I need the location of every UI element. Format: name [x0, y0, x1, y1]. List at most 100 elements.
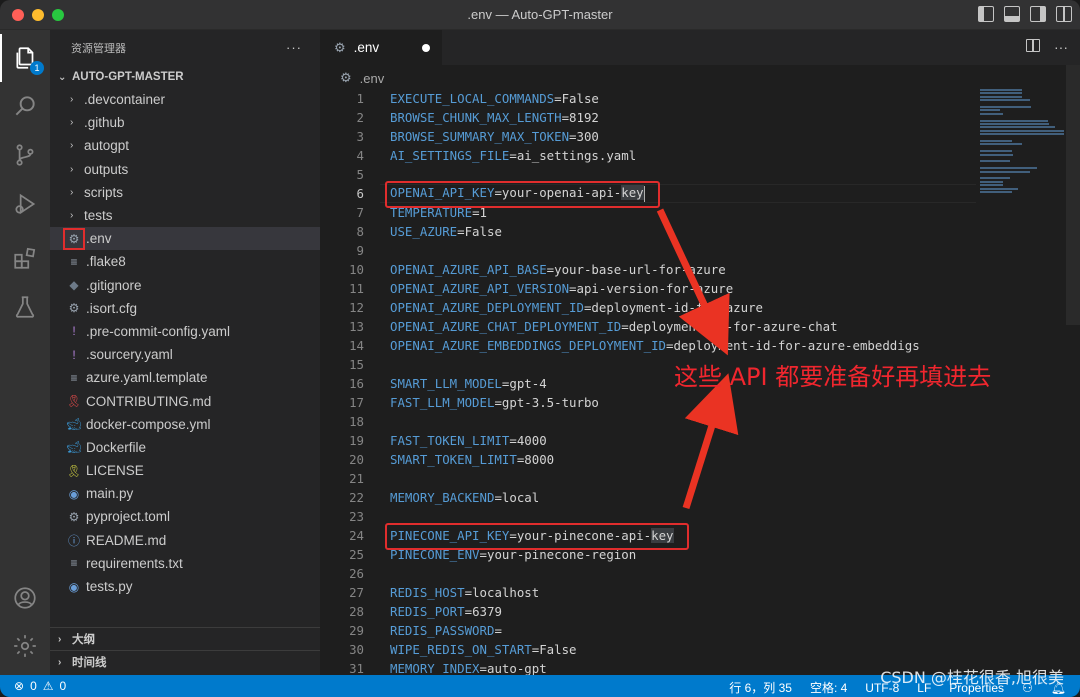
code-line: 9: [320, 241, 980, 260]
file-item[interactable]: ◉ main.py: [50, 482, 320, 505]
line-text: BROWSE_SUMMARY_MAX_TOKEN=300: [390, 129, 599, 144]
env-value: =deployment-id-for-azure-embeddigs: [666, 338, 920, 353]
file-item[interactable]: ≡ requirements.txt: [50, 552, 320, 575]
timeline-section[interactable]: › 时间线: [50, 650, 320, 673]
env-value: =: [494, 623, 502, 638]
file-item[interactable]: ⚙ pyproject.toml: [50, 505, 320, 528]
explorer-title: 资源管理器: [71, 43, 126, 55]
folder-item[interactable]: › autogpt: [50, 134, 320, 157]
unsaved-dot-icon[interactable]: [422, 44, 430, 52]
tab-env[interactable]: ⚙ .env: [320, 30, 442, 65]
search-icon[interactable]: [0, 82, 50, 130]
customize-layout-icon[interactable]: [1056, 6, 1072, 22]
toggle-primary-sidebar-icon[interactable]: [978, 6, 994, 22]
accounts-icon[interactable]: [0, 574, 50, 622]
folder-item[interactable]: › outputs: [50, 158, 320, 181]
testing-icon[interactable]: [0, 283, 50, 331]
env-value: =api-version-for-azure: [569, 281, 734, 296]
code-line: 14 OPENAI_AZURE_EMBEDDINGS_DEPLOYMENT_ID=…: [320, 336, 980, 355]
split-editor-icon[interactable]: [1026, 39, 1040, 52]
file-item[interactable]: 🎗︎ LICENSE: [50, 459, 320, 482]
toggle-secondary-sidebar-icon[interactable]: [1030, 6, 1046, 22]
timeline-label: 时间线: [72, 657, 107, 669]
explorer-icon[interactable]: 1: [0, 34, 50, 82]
env-value: =ai_settings.yaml: [509, 148, 637, 163]
outline-section[interactable]: › 大纲: [50, 627, 320, 650]
line-text: OPENAI_AZURE_EMBEDDINGS_DEPLOYMENT_ID=de…: [390, 338, 920, 353]
folder-item[interactable]: › .devcontainer: [50, 88, 320, 111]
minimap-line: [980, 133, 1064, 136]
docker-icon: 🐋︎: [66, 440, 82, 455]
file-item[interactable]: ≡ .flake8: [50, 250, 320, 273]
code-line: 20 SMART_TOKEN_LIMIT=8000: [320, 450, 980, 469]
line-number: 9: [356, 243, 364, 258]
code-line: 3 BROWSE_SUMMARY_MAX_TOKEN=300: [320, 127, 980, 146]
file-item[interactable]: ⓘ README.md: [50, 529, 320, 552]
annotation-text: 这些 API 都要准备好再填进去: [674, 363, 992, 391]
file-label: tests.py: [86, 579, 133, 595]
file-item[interactable]: ⚙ .env: [50, 227, 320, 251]
run-debug-icon[interactable]: [0, 180, 50, 228]
activity-bar: 1: [0, 30, 50, 675]
env-value: =deployment-id-for-azure: [583, 300, 764, 315]
gear-icon: ⚙: [63, 227, 85, 250]
source-control-icon[interactable]: [0, 131, 50, 179]
minimap-line: [980, 89, 1022, 91]
cursor-position[interactable]: 行 6，列 35: [729, 679, 792, 696]
extensions-icon[interactable]: [0, 234, 50, 282]
minimap[interactable]: [980, 89, 1066, 199]
line-number: 14: [349, 338, 364, 353]
yaml-icon: !: [72, 347, 76, 362]
line-text: REDIS_HOST=localhost: [390, 585, 539, 600]
manage-gear-icon[interactable]: [0, 622, 50, 670]
indentation[interactable]: 空格: 4: [810, 679, 847, 696]
line-number: 7: [356, 205, 364, 220]
line-number: 15: [349, 357, 364, 372]
env-key: WIPE_REDIS_ON_START: [390, 642, 532, 657]
line-number: 24: [349, 528, 364, 543]
file-item[interactable]: ! .sourcery.yaml: [50, 343, 320, 366]
vertical-scrollbar[interactable]: [1066, 65, 1080, 325]
problems-indicator[interactable]: ⊗ 0 ⚠ 0: [14, 679, 66, 693]
gear-icon: ⚙: [340, 70, 352, 85]
env-value: =8192: [561, 110, 599, 125]
env-key: EXECUTE_LOCAL_COMMANDS: [390, 91, 555, 106]
line-number: 1: [356, 91, 364, 106]
env-key: OPENAI_AZURE_CHAT_DEPLOYMENT_ID: [390, 319, 622, 334]
chevron-down-icon: ⌄: [58, 71, 67, 83]
more-actions-icon[interactable]: ···: [286, 40, 302, 55]
file-item[interactable]: ! .pre-commit-config.yaml: [50, 320, 320, 343]
line-number: 10: [349, 262, 364, 277]
folder-item[interactable]: › tests: [50, 204, 320, 227]
env-value: =8000: [516, 452, 555, 467]
env-value: =4000: [509, 433, 547, 448]
file-item[interactable]: 🐋︎ docker-compose.yml: [50, 413, 320, 436]
file-tree: › .devcontainer › .github › autogpt › outputs › s…: [50, 88, 320, 598]
file-item[interactable]: 🎗︎ CONTRIBUTING.md: [50, 389, 320, 412]
docker-icon: 🐋︎: [66, 417, 82, 432]
more-actions-icon[interactable]: ···: [1054, 39, 1068, 55]
file-item[interactable]: 🐋︎ Dockerfile: [50, 436, 320, 459]
env-value: =300: [569, 129, 599, 144]
env-key: REDIS_PASSWORD: [390, 623, 495, 638]
workspace-root[interactable]: ⌄ AUTO-GPT-MASTER: [50, 66, 320, 88]
file-label: main.py: [86, 486, 134, 502]
line-number: 16: [349, 376, 364, 391]
env-key: OPENAI_AZURE_EMBEDDINGS_DEPLOYMENT_ID: [390, 338, 667, 353]
file-item[interactable]: ⚙ .isort.cfg: [50, 297, 320, 320]
file-item[interactable]: ≡ azure.yaml.template: [50, 366, 320, 389]
folder-item[interactable]: › .github: [50, 111, 320, 134]
line-text: OPENAI_AZURE_CHAT_DEPLOYMENT_ID=deployme…: [390, 319, 838, 334]
minimap-line: [980, 99, 1030, 102]
toggle-panel-icon[interactable]: [1004, 6, 1020, 22]
window-title: .env — Auto-GPT-master: [467, 7, 613, 22]
minimap-line: [980, 180, 1003, 183]
file-item[interactable]: ◉ tests.py: [50, 575, 320, 598]
file-item[interactable]: ◆ .gitignore: [50, 274, 320, 297]
highlight-box-openai-key: [385, 181, 660, 208]
breadcrumb[interactable]: ⚙ .env: [340, 70, 384, 86]
folder-label: .devcontainer: [84, 92, 166, 108]
code-line: 19 FAST_TOKEN_LIMIT=4000: [320, 431, 980, 450]
folder-item[interactable]: › scripts: [50, 181, 320, 204]
file-label: .pre-commit-config.yaml: [86, 323, 231, 339]
